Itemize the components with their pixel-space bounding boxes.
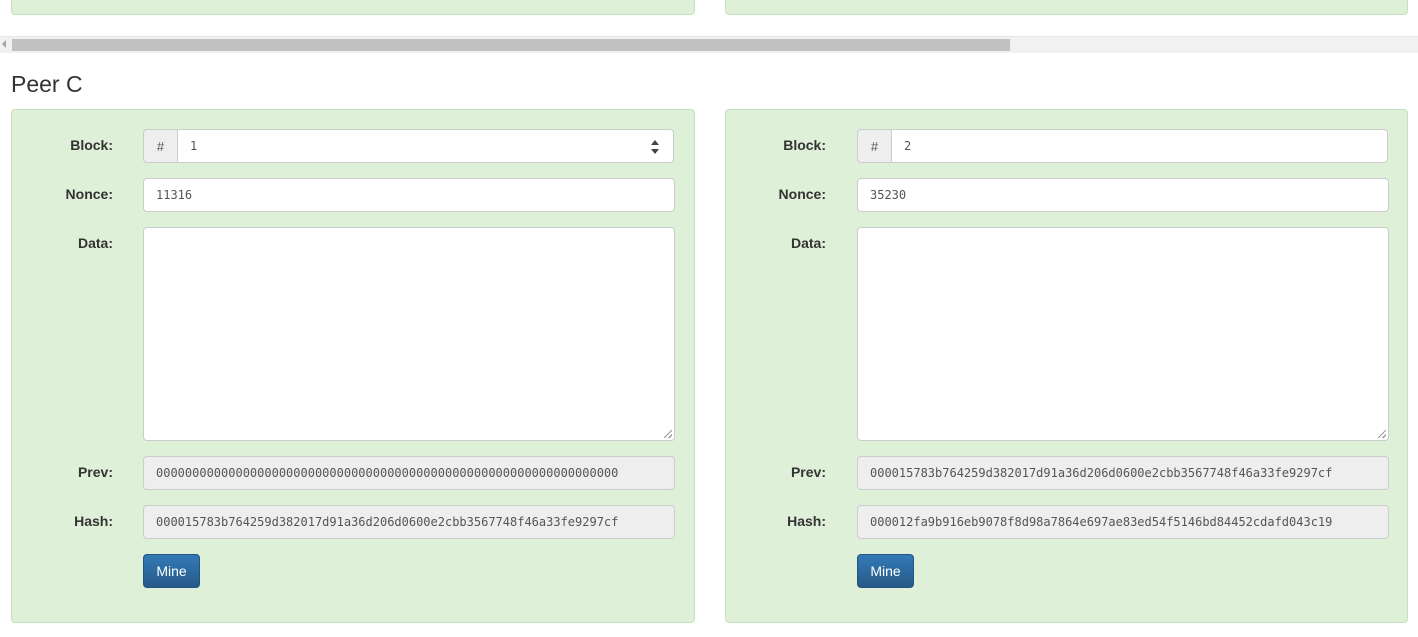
block-label: Block: [783, 137, 826, 153]
block-number-group: # 1 [143, 129, 674, 163]
prev-label: Prev: [77, 464, 113, 480]
prev-hash-field: 000015783b764259d382017d91a36d206d0600e2… [857, 456, 1389, 490]
block-label: Block: [70, 137, 113, 153]
scrollbar-thumb[interactable] [12, 39, 1010, 51]
nonce-input[interactable]: 11316 [143, 178, 675, 212]
hash-field: 000012fa9b916eb9078f8d98a7864e697ae83ed5… [857, 505, 1389, 539]
previous-block-panel-right [725, 0, 1408, 15]
block-number-prefix: # [143, 129, 177, 163]
mine-button[interactable]: Mine [857, 554, 914, 588]
block-number-input[interactable]: 2 [891, 129, 1388, 163]
data-textarea[interactable] [857, 227, 1389, 441]
data-textarea[interactable] [143, 227, 675, 441]
mine-button[interactable]: Mine [143, 554, 200, 588]
hash-label: Hash: [74, 513, 113, 529]
resize-grip-icon[interactable] [664, 430, 672, 438]
horizontal-scrollbar[interactable] [0, 36, 1418, 53]
scroll-left-arrow-icon[interactable] [2, 40, 6, 48]
block-panel-1: Block: # 1 Nonce: 11316 Data: Prev: 0000… [11, 109, 695, 623]
hash-field: 000015783b764259d382017d91a36d206d0600e2… [143, 505, 675, 539]
prev-label: Prev: [790, 464, 826, 480]
peer-title: Peer C [11, 71, 83, 97]
resize-grip-icon[interactable] [1378, 430, 1386, 438]
block-number-prefix: # [857, 129, 891, 163]
block-number-input[interactable]: 1 [177, 129, 674, 163]
block-panel-2: Block: # 2 Nonce: 35230 Data: Prev: 0000… [725, 109, 1408, 623]
data-label: Data: [77, 235, 113, 251]
block-number-group: # 2 [857, 129, 1388, 163]
nonce-label: Nonce: [65, 186, 113, 202]
nonce-label: Nonce: [778, 186, 826, 202]
previous-block-panel-left [11, 0, 695, 15]
block-number-value: 2 [904, 139, 912, 153]
prev-hash-field: 0000000000000000000000000000000000000000… [143, 456, 675, 490]
block-number-value: 1 [190, 139, 198, 153]
nonce-input[interactable]: 35230 [857, 178, 1389, 212]
hash-label: Hash: [787, 513, 826, 529]
data-label: Data: [790, 235, 826, 251]
spinner-icon[interactable] [651, 140, 659, 154]
